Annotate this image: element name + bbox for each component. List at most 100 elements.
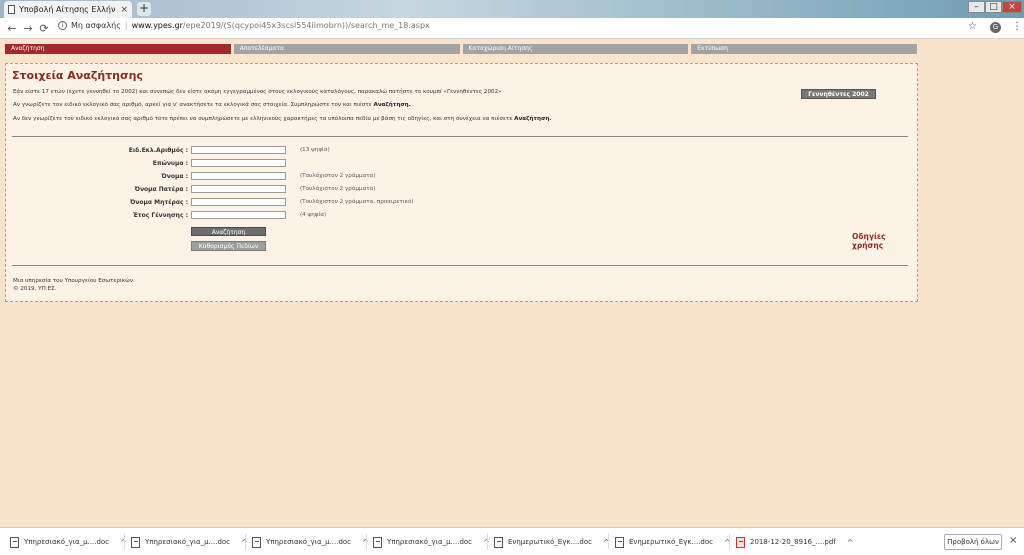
field-label: Επώνυμο : [152, 160, 188, 167]
address-separator: | [124, 21, 128, 30]
download-item[interactable]: Ενημερωτικό_Εγκ....doc ^ [615, 533, 731, 551]
name-input[interactable] [191, 172, 286, 180]
help-link[interactable]: Οδηγίες χρήσης [852, 232, 917, 250]
born-2002-button[interactable]: Γεννηθέντες 2002 [801, 89, 876, 99]
form-row-mother: Όνομα Μητέρας : (Τουλάχιστον 2 γράμματα,… [6, 198, 706, 208]
download-filename: Υπηρεσιακό_για_μ....doc [387, 538, 473, 546]
form-row-surname: Επώνυμο : [6, 159, 706, 169]
profile-avatar[interactable]: G [990, 22, 1001, 33]
bookmark-star-icon[interactable]: ☆ [968, 21, 977, 32]
download-filename: Υπηρεσιακό_για_μ....doc [266, 538, 352, 546]
download-separator [124, 534, 125, 550]
browser-menu-icon[interactable]: ⋮ [1012, 21, 1022, 32]
intro-text-3: Αν δεν γνωρίζετε τον ειδικό εκλογικό σας… [13, 116, 551, 122]
form-row-name: Όνομα : (Τουλάχιστον 2 γράμματα) [6, 172, 706, 182]
doc-file-icon [615, 536, 624, 548]
download-filename: Ενημερωτικό_Εγκ....doc [629, 538, 713, 546]
download-filename: Υπηρεσιακό_για_μ....doc [24, 538, 110, 546]
forward-button[interactable]: → [20, 22, 36, 35]
web-page: Αναζήτηση Αποτελέσματα Καταχώριση Αίτηση… [0, 40, 1024, 526]
birth-year-input[interactable] [191, 211, 286, 219]
field-label: Όνομα : [161, 173, 188, 180]
divider [12, 265, 908, 266]
field-hint: (4 ψηφία) [300, 212, 327, 218]
download-separator [729, 534, 730, 550]
clear-fields-button[interactable]: Καθορισμός Πεδίων [191, 241, 266, 251]
doc-file-icon [10, 536, 19, 548]
intro-text-2-bold: Αναζήτηση. [373, 102, 411, 108]
surname-input[interactable] [191, 159, 286, 167]
browser-toolbar: ← → ⟳ i Μη ασφαλής | www.ypes.gr/epe2019… [0, 18, 1024, 39]
doc-file-icon [373, 536, 382, 548]
doc-file-icon [494, 536, 503, 548]
father-name-input[interactable] [191, 185, 286, 193]
show-all-downloads-button[interactable]: Προβολή όλων [944, 534, 1002, 550]
intro-text-3-main: Αν δεν γνωρίζετε τον ειδικό εκλογικό σας… [13, 116, 515, 122]
nav-tab-results[interactable]: Αποτελέσματα [233, 44, 460, 54]
window-minimize-button[interactable]: – [968, 1, 985, 13]
download-separator [245, 534, 246, 550]
tab-close-icon[interactable]: × [120, 5, 128, 15]
field-hint: (Τουλάχιστον 2 γράμματα) [300, 186, 376, 192]
field-label: Όνομα Μητέρας : [129, 199, 188, 206]
field-label: Ειδ.Εκλ.Αριθμός : [128, 147, 188, 154]
download-item[interactable]: Υπηρεσιακό_για_μ....doc ^ [10, 533, 127, 551]
browser-titlebar: Υποβολή Αίτησης Ελλήνα Κάτοι × + – □ × [0, 0, 1024, 18]
browser-tab[interactable]: Υποβολή Αίτησης Ελλήνα Κάτοι × [4, 1, 132, 18]
address-bar[interactable]: i Μη ασφαλής | www.ypes.gr/epe2019/(S(qc… [58, 21, 430, 30]
nav-tab-application[interactable]: Καταχώριση Αίτησης [462, 44, 689, 54]
search-panel: Στοιχεία Αναζήτησης Εάν είστε 17 ετών (έ… [5, 63, 918, 302]
downloads-bar: Υπηρεσιακό_για_μ....doc ^ Υπηρεσιακό_για… [0, 527, 1024, 555]
form-row-eea: Ειδ.Εκλ.Αριθμός : (13 ψηφία) [6, 146, 706, 156]
chevron-up-icon[interactable]: ^ [847, 538, 854, 547]
intro-text-3-bold: Αναζήτηση. [514, 116, 552, 122]
download-filename: Ενημερωτικό_Εγκ....doc [508, 538, 592, 546]
download-separator [366, 534, 367, 550]
footer-line-2: © 2019, ΥΠ.ΕΣ. [13, 286, 57, 292]
intro-text-2: Αν γνωρίζετε τον ειδικό εκλογικό σας αρι… [13, 102, 411, 108]
form-row-birthyear: Έτος Γέννησης : (4 ψηφία) [6, 211, 706, 221]
back-button[interactable]: ← [4, 22, 20, 35]
field-hint: (Τουλάχιστον 2 γράμματα) [300, 173, 376, 179]
intro-text-1: Εάν είστε 17 ετών (έχετε γεννηθεί το 200… [13, 89, 502, 95]
page-title: Στοιχεία Αναζήτησης [12, 69, 143, 82]
field-hint: (Τουλάχιστον 2 γράμματα, προαιρετικό) [300, 199, 414, 205]
search-button[interactable]: Αναζήτηση [191, 227, 266, 236]
download-separator [608, 534, 609, 550]
nav-tab-search[interactable]: Αναζήτηση [5, 44, 231, 54]
download-item[interactable]: Υπηρεσιακό_για_μ....doc ^ [373, 533, 490, 551]
download-item[interactable]: Ενημερωτικό_Εγκ....doc ^ [494, 533, 610, 551]
download-item[interactable]: Υπηρεσιακό_για_μ....doc ^ [131, 533, 248, 551]
download-item[interactable]: 2018-12-20_8916_....pdf ^ [736, 533, 853, 551]
form-row-father: Όνομα Πατέρα : (Τουλάχιστον 2 γράμματα) [6, 185, 706, 195]
intro-text-2-main: Αν γνωρίζετε τον ειδικό εκλογικό σας αρι… [13, 102, 374, 108]
field-hint: (13 ψηφία) [300, 147, 330, 153]
window-close-button[interactable]: × [1002, 1, 1022, 13]
field-label: Όνομα Πατέρα : [134, 186, 188, 193]
url-path: /epe2019/(S(qcypoi45x3scsl554iimobrn))/s… [182, 21, 430, 30]
info-icon[interactable]: i [58, 21, 67, 30]
url-host: www.ypes.gr [131, 21, 183, 30]
security-label: Μη ασφαλής [71, 21, 121, 30]
new-tab-button[interactable]: + [137, 2, 151, 16]
download-filename: 2018-12-20_8916_....pdf [750, 538, 836, 546]
nav-tab-print[interactable]: Εκτύπωση [691, 44, 917, 54]
reload-button[interactable]: ⟳ [36, 22, 52, 35]
url-text[interactable]: www.ypes.gr/epe2019/(S(qcypoi45x3scsl554… [132, 21, 430, 30]
close-downloads-icon[interactable]: × [1009, 535, 1017, 546]
doc-file-icon [252, 536, 261, 548]
doc-file-icon [131, 536, 140, 548]
download-separator [487, 534, 488, 550]
page-icon [8, 5, 15, 14]
window-maximize-button[interactable]: □ [985, 1, 1002, 13]
footer-line-1: Μια υπηρεσία του Υπουργείου Εσωτερικών. [13, 278, 135, 284]
site-nav-tabs: Αναζήτηση Αποτελέσματα Καταχώριση Αίτηση… [5, 44, 917, 54]
field-label: Έτος Γέννησης : [132, 212, 188, 219]
pdf-file-icon [736, 536, 745, 548]
download-item[interactable]: Υπηρεσιακό_για_μ....doc ^ [252, 533, 369, 551]
mother-name-input[interactable] [191, 198, 286, 206]
download-filename: Υπηρεσιακό_για_μ....doc [145, 538, 231, 546]
tab-title: Υποβολή Αίτησης Ελλήνα Κάτοι [19, 5, 116, 14]
divider [12, 136, 908, 137]
eea-number-input[interactable] [191, 146, 286, 154]
